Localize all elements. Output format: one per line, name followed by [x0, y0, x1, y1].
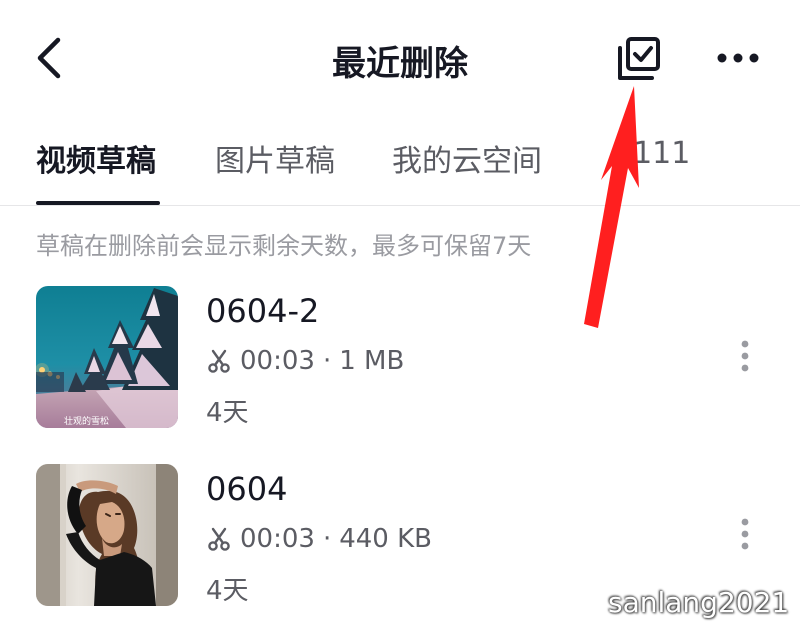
- meta-separator: ·: [322, 346, 332, 376]
- divider: [0, 205, 800, 206]
- tab-image-drafts[interactable]: 图片草稿: [215, 136, 335, 180]
- multi-select-button[interactable]: [612, 34, 666, 84]
- tab-my-cloud-space[interactable]: 我的云空间: [392, 136, 542, 180]
- more-vertical-icon: [741, 340, 749, 372]
- meta-separator: ·: [322, 524, 332, 554]
- tab-1111[interactable]: 1111: [614, 136, 690, 171]
- woman-portrait-image: [36, 464, 178, 606]
- more-vertical-icon: [741, 518, 749, 550]
- snowy-pine-trees-image: 壮观的雪松: [36, 286, 178, 428]
- draft-more-button[interactable]: [728, 336, 762, 380]
- watermark: sanlang2021: [608, 586, 790, 619]
- tab-video-drafts[interactable]: 视频草稿: [36, 136, 156, 180]
- draft-duration: 00:03: [240, 346, 315, 376]
- days-remaining: 4天: [206, 398, 249, 428]
- draft-duration: 00:03: [240, 524, 315, 554]
- back-button[interactable]: [30, 36, 70, 80]
- draft-item[interactable]: 壮观的雪松 0604-2 00:03 · 1 MB 4天: [0, 284, 800, 432]
- draft-more-button[interactable]: [728, 514, 762, 558]
- thumbnail-caption: 壮观的雪松: [64, 415, 109, 427]
- draft-thumbnail[interactable]: [36, 464, 178, 606]
- multi-select-checkbox-icon: [618, 37, 660, 80]
- draft-meta: 00:03 · 440 KB: [206, 522, 432, 556]
- tab-bar: 视频草稿 图片草稿 我的云空间 1111: [0, 120, 800, 206]
- more-options-button[interactable]: [712, 40, 764, 76]
- draft-name: 0604: [206, 470, 288, 508]
- draft-name: 0604-2: [206, 292, 320, 330]
- more-horizontal-icon: [717, 53, 759, 63]
- scissors-icon: [208, 527, 230, 551]
- top-bar: 最近删除: [0, 0, 800, 120]
- draft-size: 1 MB: [339, 346, 405, 376]
- retention-notice: 草稿在删除前会显示剩余天数，最多可保留7天: [36, 232, 532, 260]
- draft-meta: 00:03 · 1 MB: [206, 344, 404, 378]
- page-title: 最近删除: [332, 44, 468, 84]
- draft-size: 440 KB: [339, 524, 432, 554]
- chevron-left-icon: [37, 37, 61, 79]
- draft-thumbnail[interactable]: 壮观的雪松: [36, 286, 178, 428]
- days-remaining: 4天: [206, 576, 249, 606]
- scissors-icon: [208, 349, 230, 373]
